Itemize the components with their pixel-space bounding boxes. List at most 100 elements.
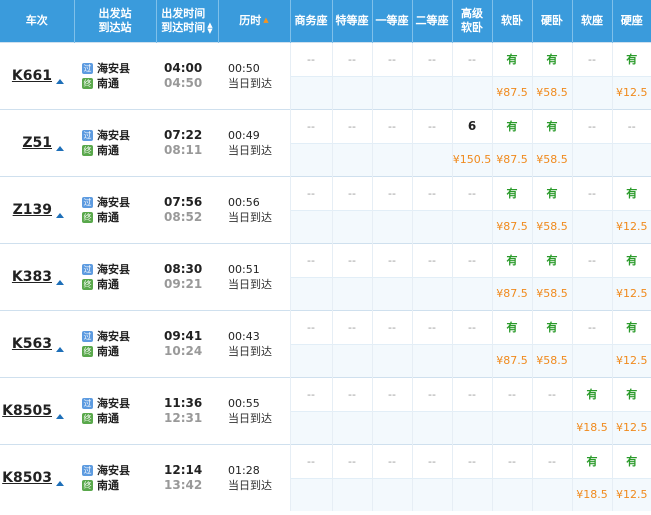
- seat-second-cell: --: [411, 443, 452, 478]
- train-number-link[interactable]: Z139: [13, 202, 52, 218]
- arrival-time: 04:50: [164, 75, 203, 90]
- train-number-link[interactable]: K8505: [2, 403, 52, 419]
- expand-arrow-icon[interactable]: [56, 78, 64, 84]
- seat-availability: 有: [626, 388, 638, 401]
- seat-hard-seat-cell[interactable]: 有: [611, 309, 651, 344]
- expand-arrow-icon[interactable]: [56, 346, 64, 352]
- expand-arrow-icon[interactable]: [56, 279, 64, 285]
- header-time[interactable]: 出发时间 到达时间 ▲ ▼: [156, 0, 219, 42]
- seat-availability: 有: [546, 53, 558, 66]
- departure-time: 04:00: [164, 60, 203, 75]
- price-soft-sleeper-cell: ¥87.5: [491, 209, 532, 243]
- price-business-cell: [289, 75, 332, 109]
- seat-availability: --: [508, 454, 516, 468]
- sort-icon[interactable]: ▲ ▼: [207, 21, 212, 34]
- terminal-station-icon: 终: [82, 211, 93, 223]
- seat-availability: --: [627, 119, 636, 133]
- seat-soft-sleeper-cell[interactable]: 有: [491, 309, 532, 344]
- seat-business-cell: --: [289, 309, 332, 344]
- expand-arrow-icon[interactable]: [56, 413, 64, 419]
- price-first-cell: [371, 142, 412, 176]
- seat-availability: --: [388, 253, 396, 267]
- price-premium-cell: [331, 477, 372, 511]
- header-duration[interactable]: 历时 ▲: [218, 0, 291, 42]
- seat-hard-seat-cell[interactable]: 有: [611, 242, 651, 277]
- arrival-note: 当日到达: [228, 76, 272, 90]
- seat-premium-cell: --: [331, 108, 372, 143]
- price-soft-sleeper-cell: [491, 410, 532, 444]
- seat-availability: --: [348, 52, 356, 66]
- seat-soft-sleeper-cell[interactable]: 有: [491, 175, 532, 210]
- train-number-cell: Z51: [0, 108, 74, 176]
- price-first-cell: [371, 209, 412, 243]
- seat-hard-sleeper-cell[interactable]: 有: [531, 309, 572, 344]
- train-results-table: 车次 出发站 到达站 出发时间 到达时间 ▲ ▼ 历时 ▲ 商务座 特等座 一等座 二等座…: [0, 0, 651, 511]
- price-business-cell: [289, 276, 332, 310]
- header-from-station-label: 出发站: [98, 6, 132, 20]
- header-hard-seat: 硬座: [612, 0, 651, 42]
- seat-availability: --: [468, 186, 476, 200]
- seat-first-cell: --: [371, 376, 412, 411]
- sort-up-icon[interactable]: ▲: [263, 17, 268, 24]
- train-number-link[interactable]: K563: [12, 336, 52, 352]
- arrival-note: 当日到达: [228, 143, 272, 157]
- header-arr-time-label: 到达时间: [161, 20, 206, 34]
- seat-business-cell: --: [289, 41, 332, 76]
- price-premium-cell: [331, 142, 372, 176]
- expand-arrow-icon[interactable]: [56, 145, 64, 151]
- seat-deluxe-sleeper-cell[interactable]: 6: [451, 108, 492, 143]
- departure-time: 11:36: [164, 395, 203, 410]
- seat-hard-seat-cell[interactable]: 有: [611, 41, 651, 76]
- table-row: K8505 过海安县终南通 11:36 12:31 00:55 当日到达 -- -- -- -- -…: [0, 376, 651, 444]
- departure-time: 12:14: [164, 462, 203, 477]
- expand-arrow-icon[interactable]: [56, 480, 64, 486]
- price-deluxe-sleeper-cell: [451, 276, 492, 310]
- seat-hard-sleeper-cell[interactable]: 有: [531, 175, 572, 210]
- seat-hard-sleeper-cell[interactable]: 有: [531, 41, 572, 76]
- terminal-station-icon: 终: [82, 77, 93, 89]
- seat-soft-sleeper-cell[interactable]: 有: [491, 242, 532, 277]
- price-business-cell: [289, 142, 332, 176]
- seat-second-cell: --: [411, 41, 452, 76]
- seat-business-cell: --: [289, 175, 332, 210]
- fare-price: ¥18.5: [576, 488, 608, 502]
- price-first-cell: [371, 75, 412, 109]
- seat-hard-sleeper-cell[interactable]: 有: [531, 242, 572, 277]
- train-number-link[interactable]: K383: [12, 269, 52, 285]
- arrival-time: 09:21: [164, 276, 203, 291]
- header-deluxe: 高级 软卧: [452, 0, 493, 42]
- seat-hard-seat-cell[interactable]: 有: [611, 443, 651, 478]
- seat-hard-sleeper-cell[interactable]: 有: [531, 108, 572, 143]
- seat-availability: --: [588, 253, 596, 267]
- seat-availability: 有: [506, 120, 518, 133]
- seat-hard-seat-cell[interactable]: 有: [611, 376, 651, 411]
- header-soft-seat: 软座: [572, 0, 613, 42]
- train-number-link[interactable]: K661: [12, 68, 52, 84]
- station-cell: 过海安县终南通: [74, 443, 156, 511]
- price-second-cell: [411, 209, 452, 243]
- time-cell: 04:00 04:50: [156, 41, 218, 109]
- expand-arrow-icon[interactable]: [56, 212, 64, 218]
- fare-price: ¥150.5: [452, 153, 492, 166]
- seat-deluxe-sleeper-cell: --: [451, 175, 492, 210]
- train-number-cell: K8505: [0, 376, 74, 444]
- seat-availability: --: [588, 186, 596, 200]
- arrival-time: 10:24: [164, 343, 203, 358]
- seat-soft-sleeper-cell[interactable]: 有: [491, 108, 532, 143]
- terminal-station-icon: 终: [82, 412, 93, 424]
- price-second-cell: [411, 477, 452, 511]
- duration-cell: 00:55 当日到达: [218, 376, 290, 444]
- header-station: 出发站 到达站: [74, 0, 157, 42]
- seat-soft-seat-cell[interactable]: 有: [571, 443, 612, 478]
- seat-availability: --: [468, 454, 476, 468]
- seat-second-cell: --: [411, 108, 452, 143]
- seat-hard-sleeper-cell: --: [531, 376, 572, 411]
- seat-availability: --: [428, 387, 436, 401]
- seat-soft-seat-cell[interactable]: 有: [571, 376, 612, 411]
- train-number-link[interactable]: Z51: [22, 135, 52, 151]
- seat-soft-sleeper-cell[interactable]: 有: [491, 41, 532, 76]
- train-number-link[interactable]: K8503: [2, 470, 52, 486]
- seat-hard-seat-cell[interactable]: 有: [611, 175, 651, 210]
- station-cell: 过海安县终南通: [74, 175, 156, 243]
- price-soft-seat-cell: ¥18.5: [571, 410, 612, 444]
